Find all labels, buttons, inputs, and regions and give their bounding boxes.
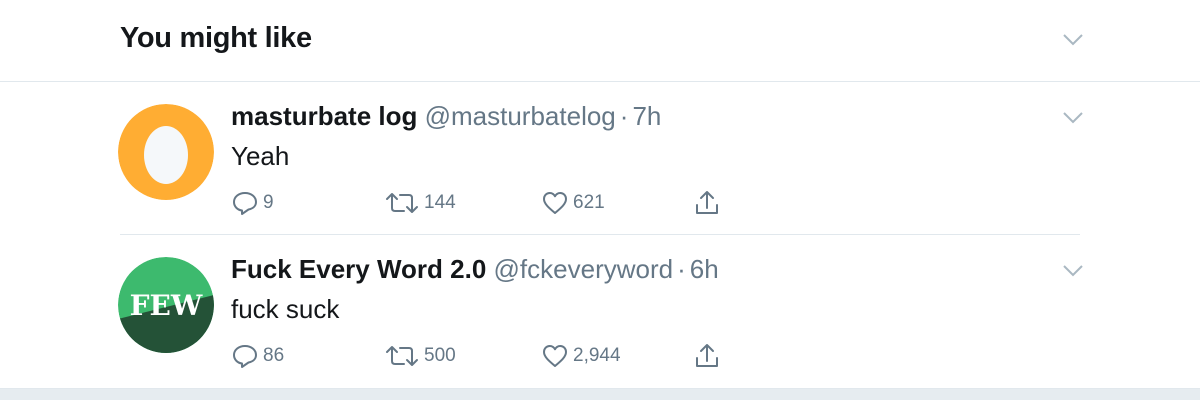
like-button[interactable]: 2,944 [541, 341, 621, 371]
heart-icon [543, 192, 567, 214]
timestamp[interactable]: 7h [632, 101, 661, 131]
retweet-count: 500 [424, 345, 456, 366]
display-name[interactable]: Fuck Every Word 2.0 [231, 254, 486, 284]
reply-button[interactable]: 86 [231, 341, 284, 371]
user-handle[interactable]: @fckeveryword [494, 254, 674, 284]
tweet-text: fuck suck [231, 294, 340, 324]
share-icon [696, 344, 718, 367]
tweet-header: Fuck Every Word 2.0 @fckeveryword · 6h [231, 254, 719, 285]
reply-count: 86 [263, 345, 285, 366]
reply-icon [233, 192, 257, 215]
display-name[interactable]: masturbate log [231, 101, 417, 131]
reply-icon [233, 345, 257, 368]
like-count: 2,944 [573, 345, 621, 366]
user-handle[interactable]: @masturbatelog [425, 101, 616, 131]
share-icon [696, 191, 718, 214]
egg-icon [118, 104, 214, 200]
module-header: You might like [0, 0, 1200, 82]
chevron-down-icon[interactable] [1062, 264, 1084, 278]
timestamp[interactable]: 6h [690, 254, 719, 284]
separator-dot: · [677, 254, 686, 284]
reply-count: 9 [263, 192, 274, 213]
retweet-count: 144 [424, 192, 456, 213]
separator-dot: · [619, 101, 629, 131]
tweet-header: masturbate log @masturbatelog · 7h [231, 101, 661, 132]
like-count: 621 [573, 192, 605, 213]
retweet-button[interactable]: 144 [384, 188, 456, 218]
tweet-divider [120, 234, 1080, 235]
avatar[interactable]: FEW [118, 257, 214, 353]
few-logo: FEW [118, 257, 214, 353]
retweet-button[interactable]: 500 [384, 341, 456, 371]
section-footer [0, 388, 1200, 400]
reply-button[interactable]: 9 [231, 188, 274, 218]
retweet-icon [386, 193, 418, 213]
heart-icon [543, 345, 567, 367]
tweet-text: Yeah [231, 141, 290, 171]
tweet[interactable]: FEW Fuck Every Word 2.0 @fckeveryword · 6h… [0, 236, 1200, 388]
tweet[interactable]: masturbate log @masturbatelog · 7h Yeah 9 … [0, 83, 1200, 235]
retweet-icon [386, 346, 418, 366]
share-button[interactable] [693, 341, 721, 371]
svg-text:FEW: FEW [130, 289, 203, 322]
chevron-down-icon[interactable] [1062, 111, 1084, 125]
like-button[interactable]: 621 [541, 188, 605, 218]
share-button[interactable] [693, 188, 721, 218]
chevron-down-icon[interactable] [1062, 33, 1084, 47]
module-title: You might like [120, 22, 312, 54]
avatar[interactable] [118, 104, 214, 200]
